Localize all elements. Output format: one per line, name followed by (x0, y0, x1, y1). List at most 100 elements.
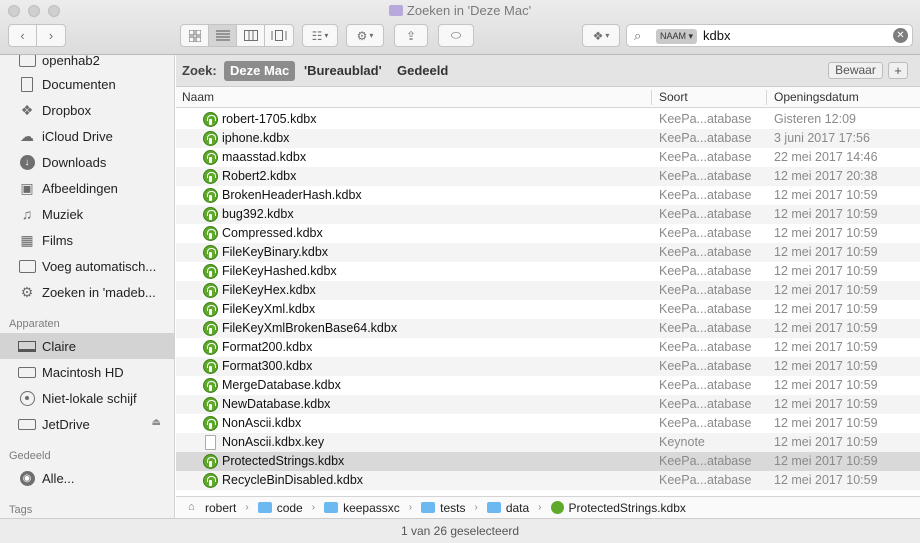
file-date: 12 mei 2017 10:59 (774, 302, 878, 316)
file-name: FileKeyXmlBrokenBase64.kdbx (222, 321, 398, 335)
file-date: 12 mei 2017 10:59 (774, 321, 878, 335)
file-kind: KeePa...atabase (659, 264, 752, 278)
file-date: 12 mei 2017 10:59 (774, 340, 878, 354)
file-name: FileKeyHashed.kdbx (222, 264, 337, 278)
keepass-file-icon (203, 321, 218, 336)
file-row[interactable]: FileKeyHex.kdbx KeePa...atabase 12 mei 201… (176, 281, 920, 300)
path-item-keepassxc[interactable]: keepassxc (324, 501, 400, 515)
file-kind: KeePa...atabase (659, 283, 752, 297)
scope-this-mac[interactable]: Deze Mac (224, 61, 296, 81)
sidebar-item-documenten[interactable]: Documenten (0, 71, 174, 97)
path-separator-icon: › (311, 502, 316, 513)
file-row[interactable]: ProtectedStrings.kdbx KeePa...atabase 12 m… (176, 452, 920, 471)
music-icon: ♫ (21, 206, 33, 222)
file-row[interactable]: MergeDatabase.kdbx KeePa...atabase 12 mei … (176, 376, 920, 395)
sidebar-item-afbeeldingen[interactable]: ▣ Afbeeldingen (0, 175, 174, 201)
file-row[interactable]: FileKeyHashed.kdbx KeePa...atabase 12 mei … (176, 262, 920, 281)
arrange-button[interactable]: ☷ ▾ (302, 24, 338, 47)
path-item-robert[interactable]: ⌂ robert (188, 501, 236, 515)
sidebar-item-label: Dropbox (42, 102, 92, 118)
devices-heading: Apparaten (9, 318, 60, 330)
sidebar-item-saved-search[interactable]: ⚙ Zoeken in 'madeb... (0, 279, 174, 305)
file-row[interactable]: RecycleBinDisabled.kdbx KeePa...atabase 12… (176, 471, 920, 490)
file-date: 12 mei 2017 10:59 (774, 416, 878, 430)
file-kind: KeePa...atabase (659, 112, 752, 126)
save-search-button[interactable]: Bewaar (828, 62, 883, 79)
share-button[interactable]: ⇪ (394, 24, 428, 47)
dropbox-toolbar-button[interactable]: ❖ ▾ (582, 24, 620, 47)
sidebar-item-icloud-drive[interactable]: ☁ iCloud Drive (0, 123, 174, 149)
file-row[interactable]: maasstad.kdbx KeePa...atabase 22 mei 2017 … (176, 148, 920, 167)
file-kind: KeePa...atabase (659, 150, 752, 164)
icon-view-button[interactable] (181, 25, 209, 46)
column-header-date[interactable]: Openingsdatum (774, 90, 859, 104)
file-kind: KeePa...atabase (659, 340, 752, 354)
path-bar: ⌂ robert › code › keepassxc › tests › dat… (176, 496, 920, 518)
file-kind: KeePa...atabase (659, 245, 752, 259)
sidebar-item-voeg-automatisch[interactable]: Voeg automatisch... (0, 253, 174, 279)
gallery-view-button[interactable] (265, 25, 293, 46)
file-kind: KeePa...atabase (659, 302, 752, 316)
file-date: 12 mei 2017 10:59 (774, 264, 878, 278)
path-item-data[interactable]: data (486, 501, 529, 515)
file-row[interactable]: NonAscii.kdbx.key Keynote 12 mei 2017 10:5… (176, 433, 920, 452)
laptop-icon (17, 338, 37, 354)
sidebar-item-films[interactable]: ▦ Films (0, 227, 174, 253)
column-header-kind[interactable]: Soort (659, 90, 688, 104)
dropbox-icon: ❖ (592, 28, 604, 43)
sidebar-item-dropbox[interactable]: ❖ Dropbox (0, 97, 174, 123)
search-token[interactable]: NAAM ▾ (656, 29, 698, 44)
file-date: 12 mei 2017 10:59 (774, 207, 878, 221)
sidebar-item-downloads[interactable]: ↓ Downloads (0, 149, 174, 175)
sidebar-item-label: Alle... (42, 470, 75, 486)
sidebar-item-muziek[interactable]: ♫ Muziek (0, 201, 174, 227)
file-kind: KeePa...atabase (659, 454, 752, 468)
add-criteria-button[interactable]: + (888, 62, 908, 79)
download-icon: ↓ (17, 154, 37, 170)
path-item-code[interactable]: code (257, 501, 303, 515)
tags-button[interactable]: ⬭ (438, 24, 474, 47)
cover-flow-icon (271, 30, 287, 41)
scope-shared[interactable]: Gedeeld (391, 61, 454, 81)
column-divider[interactable] (651, 90, 652, 105)
keepass-file-icon (203, 378, 218, 393)
path-item-file[interactable]: ProtectedStrings.kdbx (550, 501, 686, 515)
sidebar-item-jetdrive[interactable]: JetDrive ⏏ (0, 411, 174, 437)
file-row[interactable]: NonAscii.kdbx KeePa...atabase 12 mei 2017 … (176, 414, 920, 433)
file-row[interactable]: Format300.kdbx KeePa...atabase 12 mei 2017… (176, 357, 920, 376)
column-view-button[interactable] (237, 25, 265, 46)
eject-icon[interactable]: ⏏ (152, 417, 161, 428)
scope-desktop[interactable]: 'Bureaublad' (298, 61, 388, 81)
file-row[interactable]: Robert2.kdbx KeePa...atabase 12 mei 2017 2… (176, 167, 920, 186)
search-field[interactable]: ⌕ NAAM ▾ kdbx ✕ (626, 24, 913, 47)
file-name: FileKeyXml.kdbx (222, 302, 316, 316)
file-row[interactable]: bug392.kdbx KeePa...atabase 12 mei 2017 10… (176, 205, 920, 224)
path-separator-icon: › (245, 502, 249, 513)
file-row[interactable]: NewDatabase.kdbx KeePa...atabase 12 mei 20… (176, 395, 920, 414)
sidebar-item-macintosh-hd[interactable]: Macintosh HD (0, 359, 174, 385)
file-row[interactable]: FileKeyBinary.kdbx KeePa...atabase 12 mei … (176, 243, 920, 262)
sidebar-item-claire[interactable]: Claire (0, 333, 174, 359)
search-query[interactable]: kdbx (703, 28, 730, 43)
path-item-tests[interactable]: tests (421, 501, 465, 515)
file-row[interactable]: FileKeyXml.kdbx KeePa...atabase 12 mei 201… (176, 300, 920, 319)
share-icon: ⇪ (405, 28, 417, 43)
file-row[interactable]: Format200.kdbx KeePa...atabase 12 mei 2017… (176, 338, 920, 357)
sidebar-item-all-shared[interactable]: ◉ Alle... (0, 465, 174, 491)
list-view-button[interactable] (209, 25, 237, 46)
file-row[interactable]: Compressed.kdbx KeePa...atabase 12 mei 201… (176, 224, 920, 243)
forward-button[interactable]: › (37, 25, 65, 46)
sidebar-item-label: JetDrive (42, 416, 90, 432)
column-header-name[interactable]: Naam (182, 90, 214, 104)
file-row[interactable]: robert-1705.kdbx KeePa...atabase Gisteren … (176, 110, 920, 129)
action-button[interactable]: ⚙ ▾ (346, 24, 384, 47)
file-row[interactable]: iphone.kdbx KeePa...atabase 3 juni 2017 17… (176, 129, 920, 148)
column-divider[interactable] (766, 90, 767, 105)
clear-search-icon[interactable]: ✕ (893, 28, 908, 43)
sidebar-item-remote-disc[interactable]: Niet-lokale schijf (0, 385, 174, 411)
keepass-file-icon (203, 264, 218, 279)
back-button[interactable]: ‹ (9, 25, 37, 46)
file-row[interactable]: BrokenHeaderHash.kdbx KeePa...atabase 12 m… (176, 186, 920, 205)
chevron-left-icon: ‹ (20, 28, 25, 43)
file-row[interactable]: FileKeyXmlBrokenBase64.kdbx KeePa...ataba… (176, 319, 920, 338)
